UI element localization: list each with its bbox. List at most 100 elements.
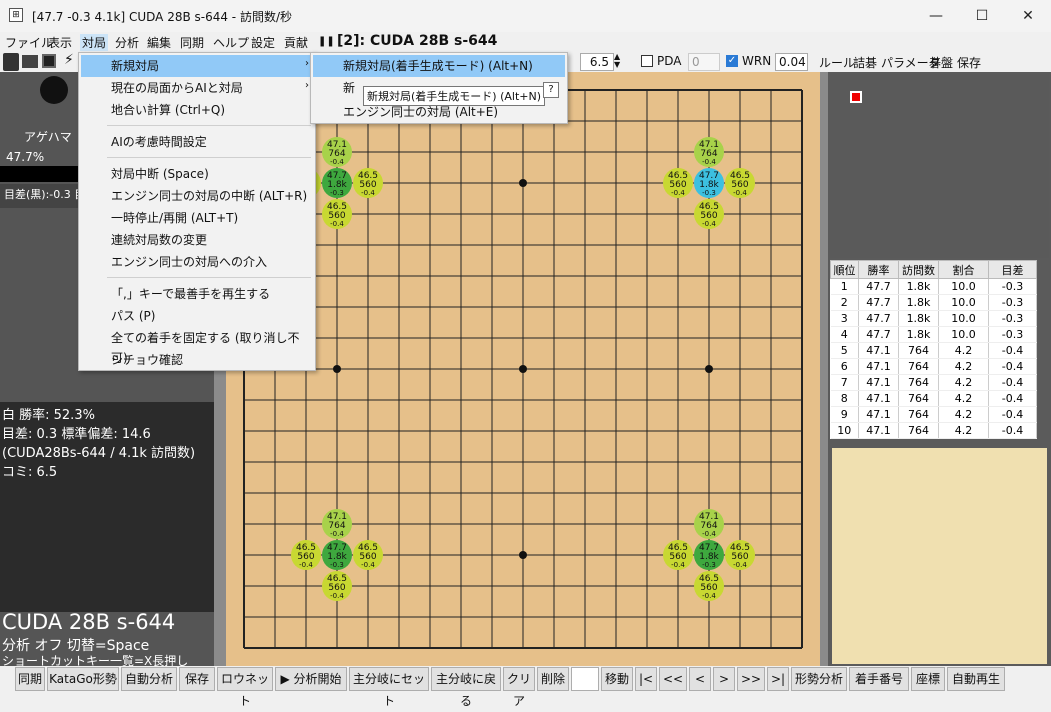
ranking-table[interactable]: 順位 勝率 訪問数 割合 目差 1 47.7 1.8k 10.0 -0.3 2 47.7 1.… xyxy=(830,260,1037,439)
table-row[interactable]: 3 47.7 1.8k 10.0 -0.3 xyxy=(830,310,1037,327)
bottom-button[interactable]: ロウネット xyxy=(217,667,273,708)
table-row[interactable]: 9 47.1 764 4.2 -0.4 xyxy=(830,406,1037,423)
table-row[interactable]: 4 47.7 1.8k 10.0 -0.3 xyxy=(830,326,1037,343)
menu-item[interactable]: エンジン同士の対局への介入 xyxy=(111,252,267,272)
suggestion-label: -0.4 xyxy=(733,189,747,197)
komi-input[interactable]: 6.5 xyxy=(580,53,614,71)
col-winrate[interactable]: 勝率 xyxy=(858,260,899,279)
new-game-icon[interactable] xyxy=(3,53,19,71)
menu-game[interactable]: 対局 xyxy=(80,34,109,51)
bottom-button[interactable]: >| xyxy=(767,667,789,691)
table-row[interactable]: 8 47.1 764 4.2 -0.4 xyxy=(830,390,1037,407)
pda-checkbox[interactable] xyxy=(641,55,653,67)
bottom-button[interactable]: 着手番号 xyxy=(849,667,909,691)
close-icon[interactable]: ✕ xyxy=(1005,0,1051,32)
bottom-button[interactable]: < xyxy=(689,667,711,691)
table-row[interactable]: 5 47.1 764 4.2 -0.4 xyxy=(830,342,1037,359)
submenu-new-game-generate[interactable]: 新規対局(着手生成モード) (Alt+N) xyxy=(343,56,533,76)
pda-input[interactable]: 0 xyxy=(688,53,720,71)
menu-item[interactable]: エンジン同士の対局の中断 (ALT+R) xyxy=(111,186,307,206)
menu-item[interactable]: 対局中断 (Space) xyxy=(111,164,209,184)
bottom-button[interactable]: 主分岐に戻る xyxy=(431,667,501,708)
table-cell: 9 xyxy=(830,406,859,423)
save-link[interactable]: 保存 xyxy=(957,54,981,72)
menu-analysis[interactable]: 分析 xyxy=(115,34,139,51)
bottom-button[interactable]: >> xyxy=(737,667,765,691)
board-link[interactable]: 碁盤 xyxy=(929,54,953,72)
menu-item[interactable]: 現在の局面からAIと対局 xyxy=(111,78,243,98)
minimize-icon[interactable]: — xyxy=(913,0,959,32)
wrn-checkbox[interactable]: ✓ xyxy=(726,55,738,67)
go-board-icon: ⊞ xyxy=(9,8,23,22)
menu-item[interactable]: 地合い計算 (Ctrl+Q) xyxy=(111,100,225,120)
menu-help[interactable]: ヘルプ xyxy=(213,34,249,51)
save-icon[interactable] xyxy=(42,54,56,68)
bottom-button[interactable]: クリア xyxy=(503,667,535,708)
bottom-button[interactable]: ▶ 分析開始 xyxy=(275,667,347,691)
table-cell: 764 xyxy=(898,390,939,407)
window-title: [47.7 -0.3 4.1k] CUDA 28B s-644 - 訪問数/秒 xyxy=(32,10,292,24)
table-row[interactable]: 7 47.1 764 4.2 -0.4 xyxy=(830,374,1037,391)
menu-item[interactable]: パス (P) xyxy=(111,306,155,326)
table-row[interactable]: 1 47.7 1.8k 10.0 -0.3 xyxy=(830,278,1037,295)
mini-board[interactable] xyxy=(832,448,1047,664)
bottom-button[interactable]: |< xyxy=(635,667,657,691)
table-row[interactable]: 6 47.1 764 4.2 -0.4 xyxy=(830,358,1037,375)
suggestion-label: -0.3 xyxy=(702,189,716,197)
table-cell: 10 xyxy=(830,422,859,439)
minimap-area xyxy=(830,74,1049,258)
table-row[interactable]: 10 47.1 764 4.2 -0.4 xyxy=(830,422,1037,439)
bottom-button[interactable]: << xyxy=(659,667,687,691)
table-cell: 1.8k xyxy=(898,278,939,295)
maximize-icon[interactable]: ☐ xyxy=(959,0,1005,32)
bottom-button[interactable]: 移動 xyxy=(601,667,633,691)
table-cell: 4.2 xyxy=(938,422,989,439)
bottom-button[interactable]: 同期 xyxy=(15,667,45,691)
open-folder-icon[interactable] xyxy=(22,55,38,68)
menu-contribute[interactable]: 貢献 xyxy=(284,34,308,51)
bottom-button[interactable]: KataGo形勢 xyxy=(47,667,119,691)
submenu-new-game-analysis[interactable]: 新規対局(分析モード) xyxy=(343,78,357,98)
col-ratio[interactable]: 割合 xyxy=(938,260,989,279)
col-visits[interactable]: 訪問数 xyxy=(898,260,939,279)
bottom-button[interactable]: 座標 xyxy=(911,667,945,691)
bottom-button[interactable]: 自動分析 xyxy=(121,667,177,691)
table-cell: 10.0 xyxy=(938,310,989,327)
rules-link[interactable]: ルール xyxy=(819,54,855,72)
bottom-button[interactable]: 自動再生 xyxy=(947,667,1005,691)
tsumego-link[interactable]: 詰碁 xyxy=(853,54,877,72)
menu-item[interactable]: シチョウ確認 xyxy=(111,350,183,370)
bottom-button[interactable]: 主分岐にセット xyxy=(349,667,429,708)
menu-view[interactable]: 表示 xyxy=(48,34,72,51)
lightning-icon[interactable]: ⚡ xyxy=(64,52,74,70)
suggestion-label: -0.4 xyxy=(671,561,685,569)
menu-item[interactable]: AIの考慮時間設定 xyxy=(111,132,207,152)
bottom-button[interactable]: > xyxy=(713,667,735,691)
move-number-input[interactable] xyxy=(571,667,599,691)
title-bar: ⊞ [47.7 -0.3 4.1k] CUDA 28B s-644 - 訪問数/… xyxy=(0,0,1051,32)
komi-spinner-icon[interactable]: ▲ ▼ xyxy=(614,53,620,71)
engine-label: [2]: CUDA 28B s-644 xyxy=(337,33,498,49)
col-rank[interactable]: 順位 xyxy=(830,260,859,279)
menu-item[interactable]: 全ての着手を固定する (取り消し不可) xyxy=(111,328,315,365)
menu-settings[interactable]: 設定 xyxy=(251,34,275,51)
menu-sync[interactable]: 同期 xyxy=(180,34,204,51)
bottom-button[interactable]: 削除 xyxy=(537,667,569,691)
menu-edit[interactable]: 編集 xyxy=(147,34,171,51)
menu-item[interactable]: 一時停止/再開 (ALT+T) xyxy=(111,208,238,228)
wrn-input[interactable]: 0.04 xyxy=(775,53,808,71)
bottom-button[interactable]: 形勢分析 xyxy=(791,667,847,691)
pda-label: PDA xyxy=(657,54,682,68)
bottom-button[interactable]: 保存 xyxy=(179,667,215,691)
help-button[interactable]: ? xyxy=(543,82,559,98)
col-score[interactable]: 目差 xyxy=(988,260,1037,279)
table-cell: 764 xyxy=(898,358,939,375)
table-cell: -0.3 xyxy=(988,294,1037,311)
pause-icon[interactable]: ❚❚ xyxy=(318,36,335,47)
table-row[interactable]: 2 47.7 1.8k 10.0 -0.3 xyxy=(830,294,1037,311)
menu-item[interactable]: 「,」キーで最善手を再生する xyxy=(111,284,270,304)
menu-item[interactable]: 新規対局 xyxy=(111,56,159,76)
menu-item[interactable]: 連続対局数の変更 xyxy=(111,230,207,250)
menu-file[interactable]: ファイル xyxy=(5,34,53,51)
suggestion-label: -0.4 xyxy=(299,561,313,569)
